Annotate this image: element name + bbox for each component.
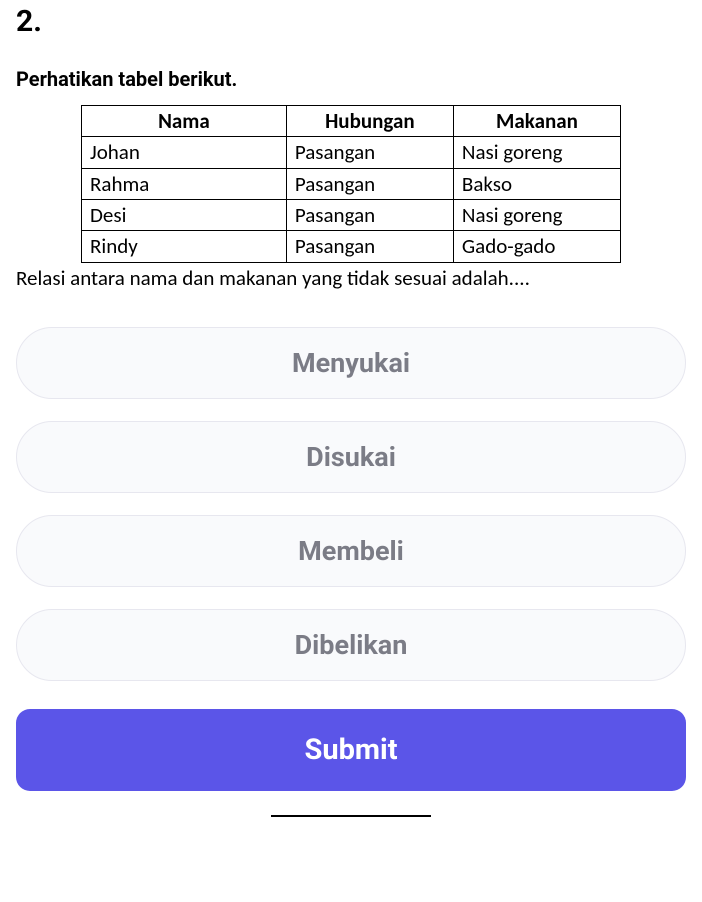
table-cell: Nasi goreng: [453, 200, 620, 231]
question-number: 2.: [16, 0, 686, 39]
table-cell: Pasangan: [286, 168, 453, 199]
table-cell: Gado-gado: [453, 231, 620, 262]
footer-divider: [271, 815, 431, 817]
table-header-cell: Makanan: [453, 106, 620, 137]
table-cell: Johan: [82, 137, 287, 168]
option-disukai[interactable]: Disukai: [16, 421, 686, 493]
table-cell: Rahma: [82, 168, 287, 199]
question-table: Nama Hubungan Makanan Johan Pasangan Nas…: [81, 105, 621, 263]
table-cell: Bakso: [453, 168, 620, 199]
table-cell: Nasi goreng: [453, 137, 620, 168]
question-instruction: Perhatikan tabel berikut.: [16, 67, 686, 91]
question-text: Relasi antara nama dan makanan yang tida…: [16, 265, 686, 291]
answer-options: Menyukai Disukai Membeli Dibelikan: [16, 327, 686, 681]
table-header-cell: Hubungan: [286, 106, 453, 137]
table-cell: Desi: [82, 200, 287, 231]
table-cell: Pasangan: [286, 231, 453, 262]
table-header-row: Nama Hubungan Makanan: [82, 106, 621, 137]
option-menyukai[interactable]: Menyukai: [16, 327, 686, 399]
table-cell: Rindy: [82, 231, 287, 262]
table-row: Rindy Pasangan Gado-gado: [82, 231, 621, 262]
option-dibelikan[interactable]: Dibelikan: [16, 609, 686, 681]
table-row: Johan Pasangan Nasi goreng: [82, 137, 621, 168]
submit-button[interactable]: Submit: [16, 709, 686, 791]
table-row: Rahma Pasangan Bakso: [82, 168, 621, 199]
table-row: Desi Pasangan Nasi goreng: [82, 200, 621, 231]
table-header-cell: Nama: [82, 106, 287, 137]
table-cell: Pasangan: [286, 137, 453, 168]
option-membeli[interactable]: Membeli: [16, 515, 686, 587]
table-cell: Pasangan: [286, 200, 453, 231]
question-table-wrap: Nama Hubungan Makanan Johan Pasangan Nas…: [16, 105, 686, 263]
